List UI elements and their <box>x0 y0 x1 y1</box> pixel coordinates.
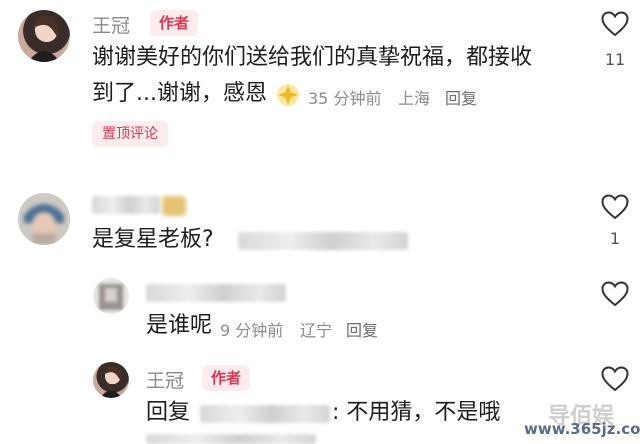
comment2-text: 是复星老板? <box>92 227 214 252</box>
comment-time: 35 分钟前 <box>308 89 382 108</box>
like-heart-icon[interactable] <box>601 11 629 37</box>
avatar-wangguan[interactable] <box>93 362 129 398</box>
avatar-blurred-icon <box>99 284 123 310</box>
avatar-portrait-icon <box>100 365 122 398</box>
like-heart-icon[interactable] <box>601 194 629 220</box>
comment-text-line2: 到了...谢谢，感恩 <box>92 81 267 106</box>
author-tag: 作者 <box>150 10 199 36</box>
reply-button[interactable]: 回复 <box>346 317 378 341</box>
pinned-comment-tag: 置顶评论 <box>92 121 168 147</box>
blurred-username <box>92 196 160 214</box>
blurred-username <box>146 284 286 302</box>
like-heart-icon[interactable] <box>601 366 629 392</box>
reply2-text: : 不用猜，不是哦 <box>332 400 501 425</box>
avatar-reply-user[interactable] <box>93 278 129 314</box>
like-heart-icon[interactable] <box>601 281 629 307</box>
reply1-time: 9 分钟前 <box>220 321 284 340</box>
comment-author-name[interactable]: 王冠 <box>146 366 184 393</box>
reply1-text: 是谁呢 <box>146 313 213 338</box>
sparkle-emoji-icon <box>275 82 301 108</box>
comment-author-name[interactable]: 王冠 <box>92 11 130 38</box>
comment-location: 上海 <box>398 89 431 108</box>
reply-button[interactable]: 回复 <box>445 85 477 109</box>
reply2-prefix: 回复 <box>146 400 191 425</box>
avatar-wangguan[interactable] <box>18 10 70 62</box>
reply1-location: 辽宁 <box>300 321 333 340</box>
avatar-portrait-icon <box>28 15 60 62</box>
blurred-meta <box>238 232 408 250</box>
avatar-user-blurred[interactable] <box>18 193 70 245</box>
blurred-reply-target <box>200 405 330 423</box>
watermark-url: www.365jz.com <box>524 420 640 438</box>
avatar-blurred-icon <box>18 193 70 245</box>
like-count: 1 <box>609 229 621 248</box>
blurred-cutoff-line <box>146 434 316 444</box>
like-count: 11 <box>604 50 626 69</box>
blurred-badge-icon <box>162 196 186 216</box>
comment-text-line1: 谢谢美好的你们送给我们的真挚祝福，都接收 <box>92 45 533 70</box>
author-tag: 作者 <box>202 365 251 391</box>
